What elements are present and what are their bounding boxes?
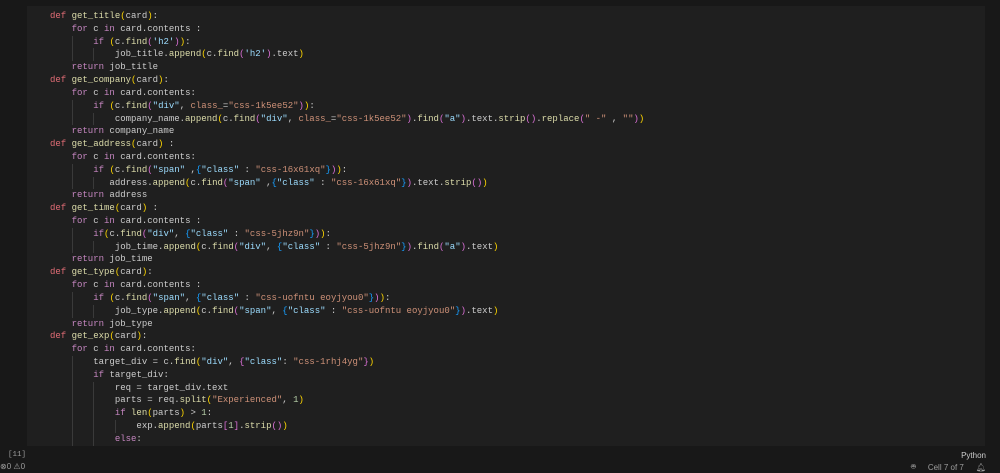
warning-count: 0 bbox=[20, 462, 26, 471]
indent-guide bbox=[71, 394, 73, 408]
indent-guide bbox=[71, 368, 73, 382]
code-line[interactable]: return address bbox=[50, 189, 644, 202]
code-line[interactable]: exp.append(parts[1].strip()) bbox=[50, 420, 644, 433]
code-line[interactable]: req = target_div.text bbox=[50, 381, 644, 395]
bell-icon[interactable]: 🔔︎ bbox=[976, 463, 986, 472]
indent-guide bbox=[71, 112, 73, 126]
error-count: 0 bbox=[6, 462, 12, 471]
code-line[interactable]: address.append(c.find("span" ,{"class" :… bbox=[50, 176, 644, 190]
indent-guide bbox=[93, 420, 95, 433]
code-line[interactable]: if (c.find("span", {"class" : "css-uofnt… bbox=[50, 291, 644, 305]
code-line[interactable]: for c in card.contents : bbox=[50, 279, 644, 292]
indent-guide bbox=[93, 394, 95, 408]
indent-guide bbox=[93, 432, 95, 446]
indent-guide bbox=[93, 176, 95, 190]
code-line[interactable]: return job_type bbox=[50, 318, 644, 331]
code-line[interactable]: for c in card.contents: bbox=[50, 151, 644, 164]
notebook-code-cell[interactable]: def get_title(card): for c in card.conte… bbox=[27, 6, 985, 446]
code-line[interactable]: if (c.find("span" ,{"class" : "css-16x61… bbox=[50, 163, 644, 177]
code-line[interactable]: else: bbox=[50, 432, 644, 446]
indent-guide bbox=[71, 355, 73, 369]
indent-guide bbox=[93, 112, 95, 126]
indent-guide bbox=[71, 432, 73, 446]
indent-guide bbox=[71, 227, 73, 241]
indent-guide bbox=[93, 381, 95, 395]
scrollbar[interactable] bbox=[990, 0, 998, 463]
indent-guide bbox=[71, 381, 73, 395]
code-line[interactable]: return company_name bbox=[50, 125, 644, 138]
indent-guide bbox=[71, 420, 73, 433]
copilot-icon[interactable]: 🤖︎ bbox=[911, 462, 916, 473]
code-line[interactable]: target_div = c.find("div", {"class": "cs… bbox=[50, 355, 644, 369]
code-editor[interactable]: def get_title(card): for c in card.conte… bbox=[50, 10, 644, 446]
indent-guide bbox=[71, 240, 73, 254]
cell-language[interactable]: Python bbox=[961, 451, 986, 460]
error-icon: ⊗ bbox=[0, 462, 7, 471]
execution-count: [11] bbox=[8, 451, 27, 459]
indent-guide bbox=[93, 240, 95, 254]
indent-guide bbox=[71, 407, 73, 420]
indent-guide bbox=[93, 407, 95, 420]
code-line[interactable]: def get_company(card): bbox=[50, 74, 644, 87]
code-line[interactable]: return job_time bbox=[50, 253, 644, 266]
warning-icon: ⚠ bbox=[13, 462, 21, 471]
indent-guide bbox=[71, 48, 73, 62]
code-line[interactable]: def get_type(card): bbox=[50, 266, 644, 279]
code-line[interactable]: parts = req.split("Experienced", 1) bbox=[50, 394, 644, 408]
status-bar: ⊗0 ⚠0 🤖︎ Cell 7 of 7 🔔︎ bbox=[0, 462, 1000, 473]
code-line[interactable]: return job_title bbox=[50, 61, 644, 74]
code-line[interactable]: def get_exp(card): bbox=[50, 330, 644, 343]
code-line[interactable]: for c in card.contents : bbox=[50, 23, 644, 36]
cell-position[interactable]: Cell 7 of 7 bbox=[928, 463, 964, 472]
code-line[interactable]: if len(parts) > 1: bbox=[50, 407, 644, 420]
code-line[interactable]: def get_address(card) : bbox=[50, 138, 644, 151]
indent-guide bbox=[71, 304, 73, 318]
indent-guide bbox=[71, 291, 73, 305]
code-line[interactable]: for c in card.contents : bbox=[50, 215, 644, 228]
code-line[interactable]: company_name.append(c.find("div", class_… bbox=[50, 112, 644, 126]
indent-guide bbox=[71, 99, 73, 113]
problems-indicator[interactable]: ⊗0 ⚠0 bbox=[0, 462, 25, 471]
code-line[interactable]: if (c.find("div", class_="css-1k5ee52"))… bbox=[50, 99, 644, 113]
code-line[interactable]: for c in card.contents: bbox=[50, 343, 644, 356]
indent-guide bbox=[93, 48, 95, 62]
code-line[interactable]: def get_title(card): bbox=[50, 10, 644, 23]
code-line[interactable]: if(c.find("div", {"class" : "css-5jhz9n"… bbox=[50, 227, 644, 241]
code-line[interactable]: job_type.append(c.find("span", {"class" … bbox=[50, 304, 644, 318]
indent-guide bbox=[71, 176, 73, 190]
code-line[interactable]: if target_div: bbox=[50, 368, 644, 382]
code-line[interactable]: if (c.find('h2')): bbox=[50, 35, 644, 49]
indent-guide bbox=[114, 420, 116, 433]
code-line[interactable]: def get_time(card) : bbox=[50, 202, 644, 215]
code-line[interactable]: job_time.append(c.find("div", {"class" :… bbox=[50, 240, 644, 254]
code-line[interactable]: job_title.append(c.find('h2').text) bbox=[50, 48, 644, 62]
indent-guide bbox=[93, 304, 95, 318]
indent-guide bbox=[71, 163, 73, 177]
indent-guide bbox=[71, 35, 73, 49]
code-line[interactable]: for c in card.contents: bbox=[50, 87, 644, 100]
